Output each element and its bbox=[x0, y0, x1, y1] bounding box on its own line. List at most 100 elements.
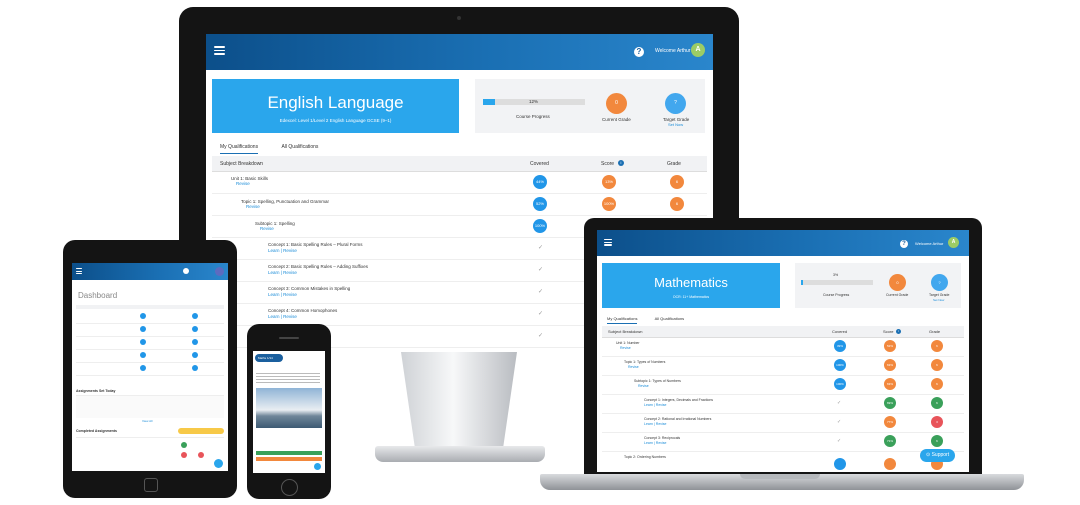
phone-fab-button[interactable] bbox=[314, 463, 321, 470]
grade-badge bbox=[192, 365, 198, 371]
covered-check-icon: ✓ bbox=[538, 311, 544, 317]
progress-bar-fill bbox=[483, 99, 496, 105]
support-button[interactable]: ⊙ Support bbox=[920, 449, 956, 462]
progress-badge bbox=[140, 365, 146, 371]
row-title[interactable]: Concept 2: Basic Spelling Rules – Adding… bbox=[268, 264, 368, 269]
course-title: English Language bbox=[267, 93, 404, 112]
col-covered: Covered bbox=[530, 161, 549, 167]
target-grade-circle[interactable]: ? bbox=[665, 93, 686, 114]
row-link[interactable]: Revise bbox=[260, 226, 274, 231]
set-target-link[interactable]: Set Now bbox=[933, 298, 944, 302]
row-link[interactable]: Learn | Revise bbox=[268, 270, 297, 275]
list-item[interactable] bbox=[76, 311, 224, 324]
row-link[interactable]: Learn | Revise bbox=[644, 403, 667, 407]
score-badge bbox=[181, 452, 187, 458]
col-subject-breakdown: Subject Breakdown bbox=[220, 161, 264, 167]
monitor-camera bbox=[457, 16, 461, 20]
tablet: Dashboard Assignments Set Today View All… bbox=[63, 240, 237, 498]
view-all-link[interactable]: View All bbox=[142, 419, 152, 423]
row-link[interactable]: Revise bbox=[236, 181, 250, 186]
row-title[interactable]: Concept 4: Common Homophones bbox=[268, 308, 337, 313]
tab-my-qualifications[interactable]: My Qualifications bbox=[607, 316, 638, 324]
row-link[interactable]: Revise bbox=[628, 365, 639, 369]
score-badge bbox=[181, 442, 187, 448]
row-link[interactable]: Learn | Revise bbox=[268, 292, 297, 297]
row-title[interactable]: Concept 1: Basic Spelling Rules – Plural… bbox=[268, 242, 363, 247]
row-link[interactable]: Revise bbox=[638, 384, 649, 388]
dashboard-title: Dashboard bbox=[78, 291, 118, 300]
score-badge: 77% bbox=[884, 416, 896, 428]
covered-check-icon: ✓ bbox=[538, 267, 544, 273]
row-link[interactable]: Revise bbox=[246, 204, 260, 209]
row-title[interactable]: Topic 2: Ordering Numbers bbox=[624, 455, 666, 459]
row-title[interactable]: Concept 1: Integers, Decimals and Fracti… bbox=[644, 398, 713, 402]
tab-my-qualifications[interactable]: My Qualifications bbox=[220, 144, 259, 154]
yellow-action-button[interactable] bbox=[178, 428, 224, 434]
tablet-fab-button[interactable] bbox=[214, 459, 223, 468]
tablet-screen: Dashboard Assignments Set Today View All… bbox=[72, 263, 228, 471]
list-item[interactable] bbox=[76, 324, 224, 337]
row-title[interactable]: Unit 1: Number bbox=[616, 341, 640, 345]
answer-option-green[interactable] bbox=[256, 451, 322, 455]
list-item[interactable] bbox=[76, 350, 224, 363]
covered-check-icon: ✓ bbox=[538, 333, 544, 339]
progress-badge bbox=[140, 352, 146, 358]
help-icon[interactable]: ? bbox=[634, 47, 644, 57]
help-icon[interactable]: ? bbox=[900, 240, 908, 248]
grade-badge bbox=[192, 313, 198, 319]
grade-badge: 6 bbox=[670, 197, 684, 211]
row-link[interactable]: Learn | Revise bbox=[268, 248, 297, 253]
covered-check-icon: ✓ bbox=[837, 419, 842, 425]
welcome-text: Welcome Arthur bbox=[915, 241, 944, 246]
score-badge: 71% bbox=[884, 435, 896, 447]
phone-screen: Maths 1/14 bbox=[253, 351, 325, 473]
row-link[interactable]: Learn | Revise bbox=[644, 422, 667, 426]
progress-panel: 12% Course Progress 0 Current Grade ? Ta… bbox=[475, 79, 705, 133]
course-subtitle: Edexcel: Level 1/Level 2 English Languag… bbox=[279, 118, 392, 123]
laptop-lid: ? Welcome Arthur A Mathematics OCR: 11+ … bbox=[584, 218, 982, 474]
target-grade-circle[interactable]: ? bbox=[931, 274, 948, 291]
score-badge: 69% bbox=[884, 397, 896, 409]
assignments-heading: Assignments Set Today bbox=[76, 389, 116, 393]
covered-check-icon: ✓ bbox=[538, 289, 544, 295]
hamburger-menu-icon[interactable] bbox=[604, 239, 612, 246]
support-label: Support bbox=[931, 452, 950, 458]
set-target-link[interactable]: Set Now bbox=[668, 122, 683, 127]
score-info-icon[interactable]: i bbox=[618, 160, 624, 166]
assignments-table bbox=[76, 395, 224, 418]
subject-tab[interactable]: Maths 1/14 bbox=[255, 354, 283, 362]
tab-all-qualifications[interactable]: All Qualifications bbox=[655, 316, 685, 321]
row-title[interactable]: Concept 3: Common Mistakes in Spelling bbox=[268, 286, 350, 291]
user-avatar[interactable]: A bbox=[691, 43, 705, 57]
progress-percent: 3% bbox=[833, 273, 839, 277]
row-link[interactable]: Learn | Revise bbox=[268, 314, 297, 319]
answer-option-orange[interactable] bbox=[256, 457, 322, 461]
user-avatar[interactable]: A bbox=[948, 237, 959, 248]
grade-badge: 6 bbox=[931, 340, 943, 352]
hamburger-menu-icon[interactable] bbox=[76, 268, 82, 274]
score-badge bbox=[884, 458, 896, 470]
grade-badge bbox=[192, 339, 198, 345]
col-subject-breakdown: Subject Breakdown bbox=[608, 329, 643, 334]
user-avatar[interactable] bbox=[215, 267, 224, 276]
tab-all-qualifications[interactable]: All Qualifications bbox=[281, 144, 318, 150]
phone-home-button[interactable] bbox=[281, 479, 298, 496]
row-title[interactable]: Topic 1: Types of Numbers bbox=[624, 360, 665, 364]
list-item[interactable] bbox=[76, 363, 224, 376]
completed-heading: Completed Assignments bbox=[76, 429, 117, 433]
row-title[interactable]: Subtopic 1: Types of Numbers bbox=[634, 379, 681, 383]
list-item[interactable] bbox=[76, 337, 224, 350]
row-title[interactable]: Concept 3: Reciprocals bbox=[644, 436, 680, 440]
tablet-home-button[interactable] bbox=[144, 478, 158, 492]
table-row: Topic 2: Ordering Numbers bbox=[602, 451, 964, 470]
progress-label: Course Progress bbox=[516, 114, 550, 119]
row-link[interactable]: Learn | Revise bbox=[644, 441, 667, 445]
help-icon[interactable] bbox=[183, 268, 189, 274]
progress-badge bbox=[140, 313, 146, 319]
hamburger-menu-icon[interactable] bbox=[214, 46, 225, 55]
row-title[interactable]: Concept 2: Rational and Irrational Numbe… bbox=[644, 417, 711, 421]
score-info-icon[interactable]: i bbox=[896, 329, 901, 334]
progress-percent: 12% bbox=[529, 99, 539, 104]
table-row: Concept 2: Rational and Irrational Numbe… bbox=[602, 413, 964, 433]
row-link[interactable]: Revise bbox=[620, 346, 631, 350]
